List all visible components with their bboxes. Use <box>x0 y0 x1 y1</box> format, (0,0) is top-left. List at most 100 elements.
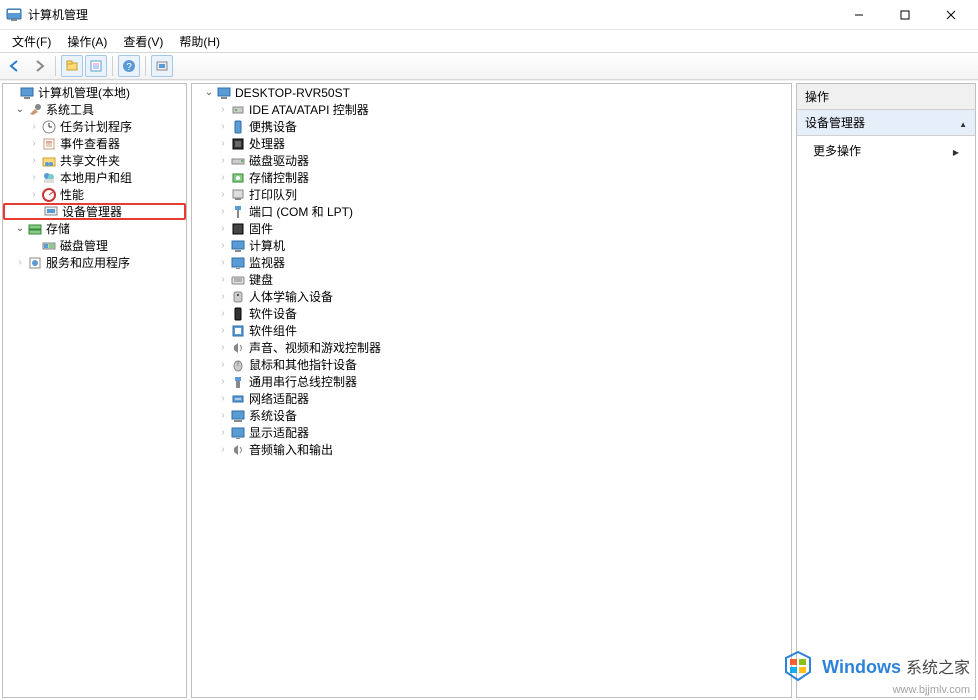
device-category-icon <box>230 408 246 424</box>
toolbar-folder-button[interactable] <box>61 55 83 77</box>
device-category[interactable]: ›打印队列 <box>192 186 791 203</box>
device-category-icon <box>230 425 246 441</box>
chevron-right-icon[interactable]: › <box>13 257 27 268</box>
device-category[interactable]: ›人体学输入设备 <box>192 288 791 305</box>
chevron-right-icon[interactable]: › <box>216 104 230 115</box>
chevron-right-icon[interactable]: › <box>216 172 230 183</box>
tree-local-users[interactable]: › 本地用户和组 <box>3 169 186 186</box>
tree-storage-label: 存储 <box>46 220 70 237</box>
chevron-down-icon[interactable]: ⌄ <box>13 223 27 234</box>
device-category[interactable]: ›监视器 <box>192 254 791 271</box>
device-category-icon <box>230 340 246 356</box>
chevron-right-icon[interactable]: › <box>216 155 230 166</box>
device-category[interactable]: ›通用串行总线控制器 <box>192 373 791 390</box>
device-root[interactable]: ⌄ DESKTOP-RVR50ST <box>192 84 791 101</box>
menu-action[interactable]: 操作(A) <box>59 31 115 52</box>
chevron-right-icon[interactable]: › <box>216 410 230 421</box>
chevron-right-icon[interactable]: › <box>27 155 41 166</box>
tree-storage[interactable]: ⌄ 存储 <box>3 220 186 237</box>
toolbar-help-button[interactable]: ? <box>118 55 140 77</box>
chevron-right-icon[interactable]: › <box>216 376 230 387</box>
device-category-label: 固件 <box>249 220 273 237</box>
toolbar-details-button[interactable] <box>85 55 107 77</box>
app-icon <box>6 7 22 23</box>
chevron-right-icon[interactable]: › <box>27 138 41 149</box>
tree-event-viewer-label: 事件查看器 <box>60 135 120 152</box>
tree-performance[interactable]: › 性能 <box>3 186 186 203</box>
chevron-down-icon[interactable]: ⌄ <box>13 104 27 115</box>
tree-root[interactable]: 计算机管理(本地) <box>3 84 186 101</box>
menu-file[interactable]: 文件(F) <box>4 31 59 52</box>
device-category-icon <box>230 187 246 203</box>
toolbar-back-button[interactable] <box>4 55 26 77</box>
chevron-right-icon[interactable]: › <box>216 240 230 251</box>
minimize-button[interactable] <box>836 1 882 29</box>
chevron-right-icon[interactable]: › <box>27 189 41 200</box>
management-tree[interactable]: 计算机管理(本地) ⌄ 系统工具 › 任务计划程序 <box>3 84 186 271</box>
menu-help[interactable]: 帮助(H) <box>171 31 228 52</box>
device-category-label: 端口 (COM 和 LPT) <box>249 203 353 220</box>
chevron-right-icon[interactable]: › <box>216 359 230 370</box>
device-category[interactable]: ›便携设备 <box>192 118 791 135</box>
device-tree[interactable]: ⌄ DESKTOP-RVR50ST ›IDE ATA/ATAPI 控制器›便携设… <box>192 84 791 458</box>
device-category[interactable]: › 固件 <box>192 220 791 237</box>
device-category[interactable]: ›存储控制器 <box>192 169 791 186</box>
tree-services[interactable]: › 服务和应用程序 <box>3 254 186 271</box>
chevron-right-icon[interactable]: › <box>27 172 41 183</box>
chevron-right-icon[interactable]: › <box>216 189 230 200</box>
actions-more[interactable]: 更多操作 <box>797 136 975 165</box>
tree-task-scheduler[interactable]: › 任务计划程序 <box>3 118 186 135</box>
device-category[interactable]: › 端口 (COM 和 LPT) <box>192 203 791 220</box>
tree-device-manager[interactable]: 设备管理器 <box>3 203 186 220</box>
chevron-right-icon[interactable]: › <box>216 274 230 285</box>
actions-section-device-manager[interactable]: 设备管理器 <box>797 110 975 136</box>
device-category-label: 声音、视频和游戏控制器 <box>249 339 381 356</box>
device-category-label: 网络适配器 <box>249 390 309 407</box>
device-category[interactable]: ›软件设备 <box>192 305 791 322</box>
chevron-right-icon[interactable]: › <box>216 308 230 319</box>
tree-event-viewer[interactable]: › 事件查看器 <box>3 135 186 152</box>
tree-system-tools[interactable]: ⌄ 系统工具 <box>3 101 186 118</box>
tree-disk-mgmt[interactable]: 磁盘管理 <box>3 237 186 254</box>
menubar: 文件(F) 操作(A) 查看(V) 帮助(H) <box>0 30 978 52</box>
chevron-right-icon[interactable]: › <box>216 121 230 132</box>
chevron-right-icon[interactable]: › <box>27 121 41 132</box>
device-category-label: 鼠标和其他指针设备 <box>249 356 357 373</box>
device-category[interactable]: ›磁盘驱动器 <box>192 152 791 169</box>
event-icon <box>41 136 57 152</box>
chevron-right-icon[interactable]: › <box>216 393 230 404</box>
chevron-right-icon[interactable]: › <box>216 257 230 268</box>
device-category[interactable]: ›处理器 <box>192 135 791 152</box>
chevron-down-icon[interactable]: ⌄ <box>202 87 216 98</box>
toolbar-forward-button[interactable] <box>28 55 50 77</box>
chevron-right-icon[interactable]: › <box>216 206 230 217</box>
device-category-icon <box>230 136 246 152</box>
chevron-right-icon[interactable]: › <box>216 223 230 234</box>
toolbar-device-button[interactable] <box>151 55 173 77</box>
clock-icon <box>41 119 57 135</box>
chevron-right-icon[interactable]: › <box>216 427 230 438</box>
toolbar-separator <box>112 56 113 76</box>
chevron-right-icon[interactable]: › <box>216 342 230 353</box>
device-category[interactable]: › 鼠标和其他指针设备 <box>192 356 791 373</box>
device-category[interactable]: › 声音、视频和游戏控制器 <box>192 339 791 356</box>
device-category[interactable]: ›键盘 <box>192 271 791 288</box>
device-category[interactable]: ›系统设备 <box>192 407 791 424</box>
device-category[interactable]: › 网络适配器 <box>192 390 791 407</box>
device-category[interactable]: ›软件组件 <box>192 322 791 339</box>
menu-view[interactable]: 查看(V) <box>115 31 171 52</box>
chevron-right-icon[interactable]: › <box>216 444 230 455</box>
tree-shared-folders[interactable]: › 共享文件夹 <box>3 152 186 169</box>
tree-device-manager-label: 设备管理器 <box>62 203 122 220</box>
shared-folder-icon <box>41 153 57 169</box>
device-category[interactable]: ›显示适配器 <box>192 424 791 441</box>
chevron-right-icon[interactable]: › <box>216 325 230 336</box>
device-category-icon <box>230 289 246 305</box>
chevron-right-icon[interactable]: › <box>216 138 230 149</box>
close-button[interactable] <box>928 1 974 29</box>
maximize-button[interactable] <box>882 1 928 29</box>
chevron-right-icon[interactable]: › <box>216 291 230 302</box>
device-category[interactable]: ›计算机 <box>192 237 791 254</box>
device-category[interactable]: ›音频输入和输出 <box>192 441 791 458</box>
device-category[interactable]: ›IDE ATA/ATAPI 控制器 <box>192 101 791 118</box>
